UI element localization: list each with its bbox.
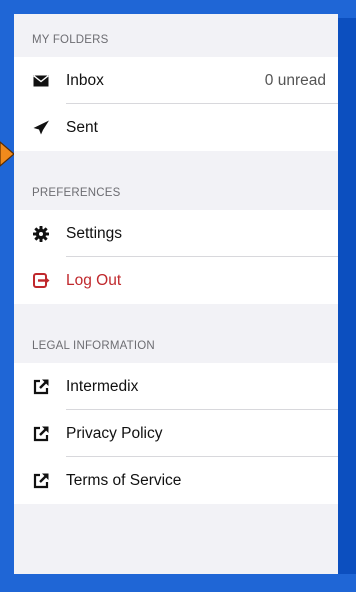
menu-item-label: Settings xyxy=(66,224,123,242)
external-link-icon xyxy=(32,425,50,443)
menu-item-terms-of-service[interactable]: Terms of Service xyxy=(14,457,338,504)
menu-item-settings[interactable]: Settings xyxy=(14,210,338,257)
menu-item-label: Intermedix xyxy=(66,377,139,395)
side-menu: MY FOLDERS Inbox 0 unread Sent PREFERENC… xyxy=(14,14,338,574)
menu-item-privacy-policy[interactable]: Privacy Policy xyxy=(14,410,338,457)
menu-item-label: Sent xyxy=(66,118,98,136)
menu-item-label: Privacy Policy xyxy=(66,424,163,442)
section-header-legal-information: LEGAL INFORMATION xyxy=(32,340,155,352)
external-link-icon xyxy=(32,378,50,396)
menu-item-intermedix[interactable]: Intermedix xyxy=(14,363,338,410)
menu-item-label: Inbox xyxy=(66,71,104,89)
menu-item-inbox[interactable]: Inbox 0 unread xyxy=(14,57,338,104)
menu-item-label: Terms of Service xyxy=(66,471,182,489)
section-header-my-folders: MY FOLDERS xyxy=(32,34,109,46)
unread-count: 0 unread xyxy=(264,71,326,89)
paper-plane-icon xyxy=(32,119,50,137)
logout-icon xyxy=(32,272,50,290)
gear-icon xyxy=(32,225,50,243)
external-link-icon xyxy=(32,472,50,490)
menu-item-label: Log Out xyxy=(66,271,122,289)
section-header-preferences: PREFERENCES xyxy=(32,187,121,199)
menu-item-log-out[interactable]: Log Out xyxy=(14,257,338,304)
envelope-icon xyxy=(32,72,50,90)
menu-item-sent[interactable]: Sent xyxy=(14,104,338,151)
